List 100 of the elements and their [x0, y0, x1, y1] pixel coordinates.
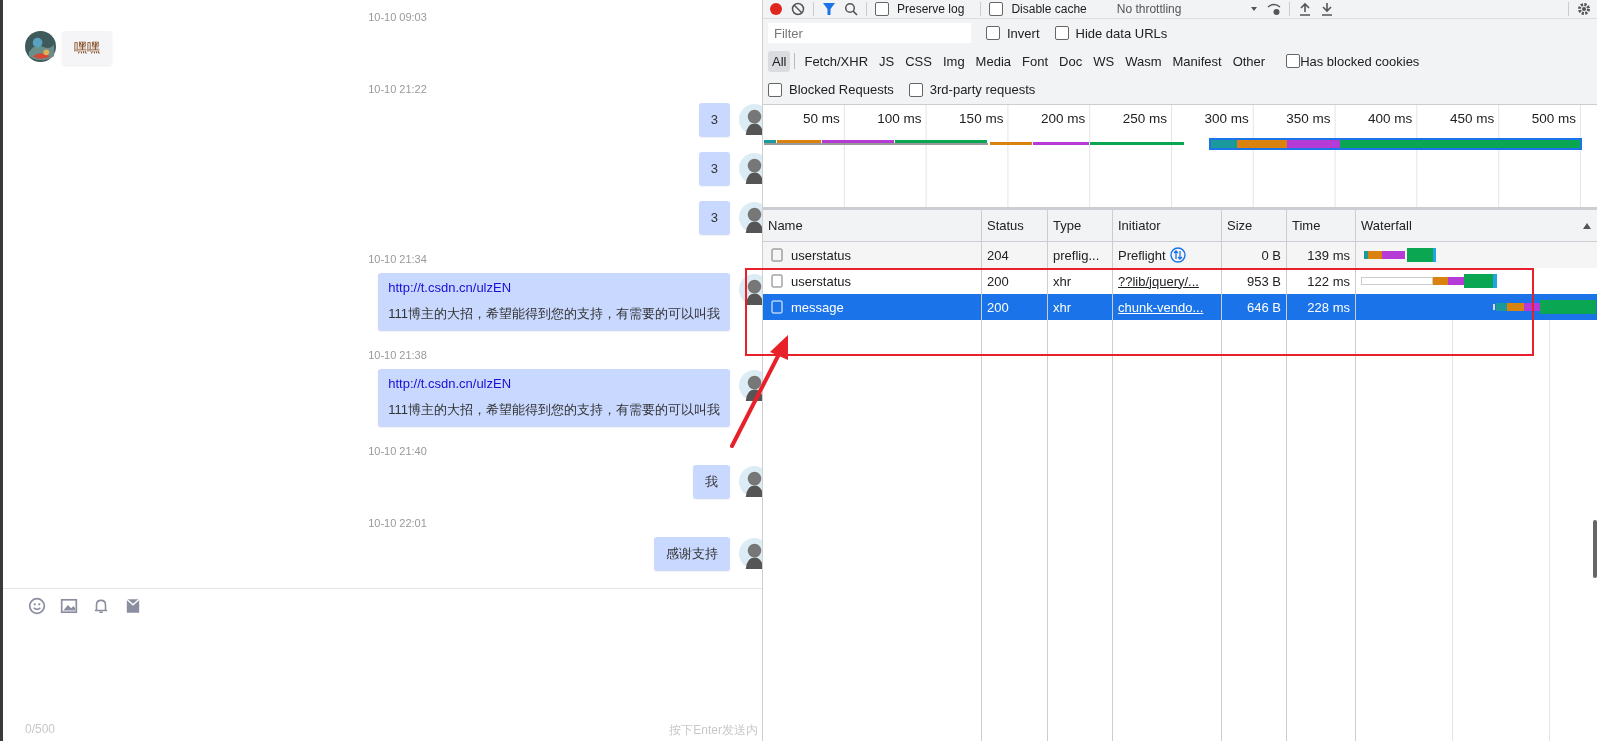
message-bubble: 感谢支持 — [654, 537, 730, 571]
column-header[interactable]: Size — [1227, 218, 1253, 233]
message-bubble: 3 — [698, 152, 730, 186]
filter-icon[interactable] — [822, 2, 836, 16]
message-link[interactable]: http://t.csdn.cn/ulzEN — [388, 375, 720, 393]
document-icon — [771, 300, 783, 314]
checkbox[interactable] — [986, 26, 1000, 40]
timestamp: 10-10 21:38 — [367, 348, 428, 363]
time-tick-label: 300 ms — [1204, 111, 1249, 126]
table-cell: Preflight — [1118, 247, 1166, 263]
checkbox-label: Blocked Requests — [789, 82, 894, 97]
waterfall-bar — [1364, 248, 1436, 262]
table-cell: xhr — [1053, 299, 1072, 315]
clear-icon[interactable] — [791, 2, 805, 16]
table-cell: 646 B — [1247, 299, 1281, 315]
type-filter-tab[interactable]: Wasm — [1121, 50, 1166, 72]
message-bubble: 我 — [693, 465, 730, 499]
checkbox[interactable] — [908, 82, 923, 97]
scrollbar-thumb[interactable] — [1593, 520, 1597, 578]
avatar — [739, 538, 762, 569]
checkbox[interactable] — [768, 82, 782, 97]
table-cell: 139 ms — [1307, 247, 1350, 263]
type-filter-tab[interactable]: Other — [1228, 50, 1270, 72]
type-filter-tab[interactable]: Img — [938, 50, 969, 72]
timestamp: 10-10 21:22 — [367, 82, 428, 97]
type-filter-tab[interactable]: WS — [1089, 50, 1119, 72]
time-tick-label: 500 ms — [1531, 111, 1576, 126]
avatar — [739, 104, 762, 135]
avatar — [739, 466, 762, 497]
image-icon[interactable] — [60, 597, 78, 615]
table-cell: 200 — [987, 299, 1009, 315]
table-cell: 204 — [987, 247, 1009, 263]
avatar — [25, 31, 56, 62]
time-tick-label: 350 ms — [1286, 111, 1331, 126]
envelope-icon[interactable] — [124, 597, 142, 615]
preflight-icon[interactable] — [1169, 247, 1186, 263]
checkbox[interactable] — [989, 2, 1004, 16]
table-cell: 228 ms — [1307, 299, 1350, 315]
column-header[interactable]: Name — [768, 218, 803, 233]
table-cell: message — [791, 299, 844, 315]
message-link[interactable]: http://t.csdn.cn/ulzEN — [388, 279, 720, 297]
type-filter-tab[interactable]: CSS — [901, 50, 936, 72]
network-settings-icon[interactable] — [1267, 2, 1282, 16]
request-row[interactable]: userstatus — [763, 242, 982, 268]
table-cell: userstatus — [791, 273, 851, 289]
checkbox-label: Invert — [1007, 25, 1040, 41]
message-text: 111博主的大招，希望能得到您的支持，有需要的可以叫我 — [388, 401, 720, 419]
column-header[interactable]: Initiator — [1118, 218, 1161, 233]
type-filter-tab[interactable]: Fetch/XHR — [800, 50, 873, 72]
table-cell: userstatus — [791, 247, 851, 263]
message-bubble: 3 — [698, 201, 730, 235]
type-filter-tab[interactable]: JS — [875, 50, 899, 72]
column-header[interactable]: Time — [1292, 218, 1321, 233]
checkbox[interactable] — [1054, 26, 1069, 40]
time-tick-label: 250 ms — [1122, 111, 1167, 126]
column-header[interactable]: Waterfall — [1361, 218, 1412, 233]
checkbox[interactable] — [875, 2, 889, 16]
type-filter-tab[interactable]: Doc — [1055, 50, 1087, 72]
avatar — [739, 153, 762, 184]
download-icon[interactable] — [1320, 2, 1335, 16]
type-filter-tab[interactable]: Manifest — [1168, 50, 1226, 72]
timestamp: 10-10 21:40 — [367, 444, 428, 459]
checkbox-label: Preserve log — [897, 2, 965, 16]
time-tick-label: 400 ms — [1368, 111, 1413, 126]
table-cell: 200 — [987, 273, 1009, 289]
bell-icon[interactable] — [92, 597, 110, 615]
timestamp: 10-10 22:01 — [367, 516, 428, 531]
type-filter-tab[interactable]: All — [768, 50, 791, 72]
search-icon[interactable] — [844, 2, 858, 16]
table-cell: xhr — [1053, 273, 1072, 289]
time-tick-label: 200 ms — [1040, 111, 1086, 126]
message-text: 111博主的大招，希望能得到您的支持，有需要的可以叫我 — [388, 305, 720, 323]
record-icon[interactable] — [769, 2, 783, 16]
checkbox-label: Hide data URLs — [1075, 25, 1168, 41]
time-tick-label: 100 ms — [877, 111, 922, 126]
emoji-icon[interactable] — [28, 597, 46, 615]
settings-icon[interactable] — [1577, 2, 1591, 16]
checkbox[interactable] — [1286, 54, 1301, 68]
timestamp: 10-10 21:34 — [367, 252, 428, 267]
request-row[interactable]: message — [763, 294, 982, 320]
upload-icon[interactable] — [1298, 2, 1313, 16]
type-filter-tab[interactable]: Media — [971, 50, 1016, 72]
timestamp: 10-10 09:03 — [367, 10, 428, 25]
document-icon — [771, 274, 783, 288]
checkbox-label: Disable cache — [1011, 2, 1087, 16]
message-bubble: 嘿嘿 — [62, 31, 112, 65]
throttling-dropdown[interactable]: No throttling — [1116, 2, 1182, 16]
document-icon — [771, 248, 783, 262]
checkbox-label: 3rd-party requests — [929, 82, 1036, 97]
avatar — [739, 370, 762, 401]
table-cell: 0 B — [1261, 247, 1281, 263]
table-cell: preflig... — [1053, 247, 1100, 263]
type-filter-tab[interactable]: Font — [1018, 50, 1053, 72]
time-tick-label: 150 ms — [959, 111, 1004, 126]
initiator-link[interactable]: ??lib/jquery/... — [1118, 273, 1199, 289]
table-cell: 953 B — [1247, 273, 1281, 289]
checkbox-label: Has blocked cookies — [1300, 53, 1420, 69]
time-tick-label: 450 ms — [1449, 111, 1495, 126]
table-cell: 122 ms — [1307, 273, 1350, 289]
filter-field[interactable]: Filter — [768, 23, 971, 43]
